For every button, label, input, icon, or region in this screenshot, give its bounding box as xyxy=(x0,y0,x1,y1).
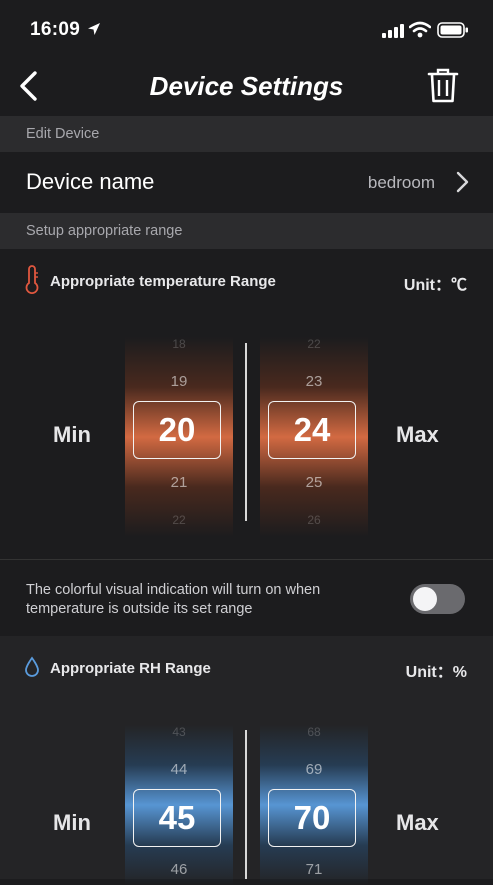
range-section-header-label: Setup appropriate range xyxy=(26,223,183,239)
nav-bar: Device Settings xyxy=(0,60,493,116)
humidity-max-label: Max xyxy=(396,810,439,835)
status-bar: 16:09 xyxy=(0,0,493,60)
indication-toggle[interactable] xyxy=(410,584,465,614)
picker-value: 22 xyxy=(307,337,321,351)
humidity-min-picker[interactable]: 43 44 45 46 xyxy=(125,725,233,885)
picker-value: 44 xyxy=(170,761,188,778)
temperature-max-selected: 24 xyxy=(268,401,356,459)
toggle-knob xyxy=(413,587,437,611)
temperature-min-picker[interactable]: 18 19 20 21 22 xyxy=(125,337,233,537)
wifi-icon xyxy=(409,21,431,38)
page-title: Device Settings xyxy=(149,71,344,101)
picker-value: 22 xyxy=(172,513,186,527)
picker-divider xyxy=(245,730,247,879)
temperature-min-label: Min xyxy=(53,422,91,447)
picker-value: 18 xyxy=(172,337,186,351)
edit-device-header: Edit Device xyxy=(0,116,493,152)
picker-value: 68 xyxy=(307,725,321,739)
edit-device-header-label: Edit Device xyxy=(26,126,100,142)
chevron-right-icon xyxy=(456,171,469,193)
picker-divider xyxy=(245,343,247,521)
picker-value: 69 xyxy=(305,761,323,778)
temperature-range-title: Appropriate temperature Range xyxy=(50,273,276,290)
signal-icon xyxy=(382,24,404,38)
picker-value: 26 xyxy=(307,513,321,527)
humidity-unit: Unit：% xyxy=(405,664,467,681)
picker-value: 71 xyxy=(305,861,323,878)
indication-text: The colorful visual indication will turn… xyxy=(26,582,321,617)
device-name-row[interactable]: Device name bedroom xyxy=(0,152,493,213)
humidity-range-panel: Appropriate RH Range Unit：% Min Max 43 4… xyxy=(0,636,493,885)
picker-value: 21 xyxy=(170,474,188,491)
device-name-value: bedroom xyxy=(367,173,435,192)
temperature-unit: Unit：℃ xyxy=(403,277,467,294)
status-time: 16:09 xyxy=(30,19,81,40)
picker-value: 19 xyxy=(170,373,188,390)
humidity-range-title: Appropriate RH Range xyxy=(50,660,211,677)
range-section-header: Setup appropriate range xyxy=(0,213,493,249)
indication-row: The colorful visual indication will turn… xyxy=(0,559,493,637)
picker-value: 25 xyxy=(305,474,323,491)
picker-value: 46 xyxy=(170,861,188,878)
humidity-max-picker[interactable]: 68 69 70 71 xyxy=(260,725,368,885)
temperature-max-label: Max xyxy=(396,422,439,447)
thermometer-icon xyxy=(25,265,39,294)
temperature-max-picker[interactable]: 22 23 24 25 26 xyxy=(260,337,368,537)
location-arrow-icon xyxy=(88,23,100,35)
humidity-max-selected: 70 xyxy=(268,789,356,847)
humidity-min-selected: 45 xyxy=(133,789,221,847)
battery-icon xyxy=(437,22,468,38)
device-name-label: Device name xyxy=(26,169,155,194)
temperature-range-panel: Appropriate temperature Range Unit：℃ Min… xyxy=(0,249,493,559)
trash-icon xyxy=(427,68,459,103)
humidity-min-label: Min xyxy=(53,810,91,835)
temperature-min-selected: 20 xyxy=(133,401,221,459)
picker-value: 43 xyxy=(172,725,186,739)
droplet-icon xyxy=(25,656,39,677)
picker-value: 23 xyxy=(305,373,323,390)
delete-device-button[interactable] xyxy=(426,66,460,104)
